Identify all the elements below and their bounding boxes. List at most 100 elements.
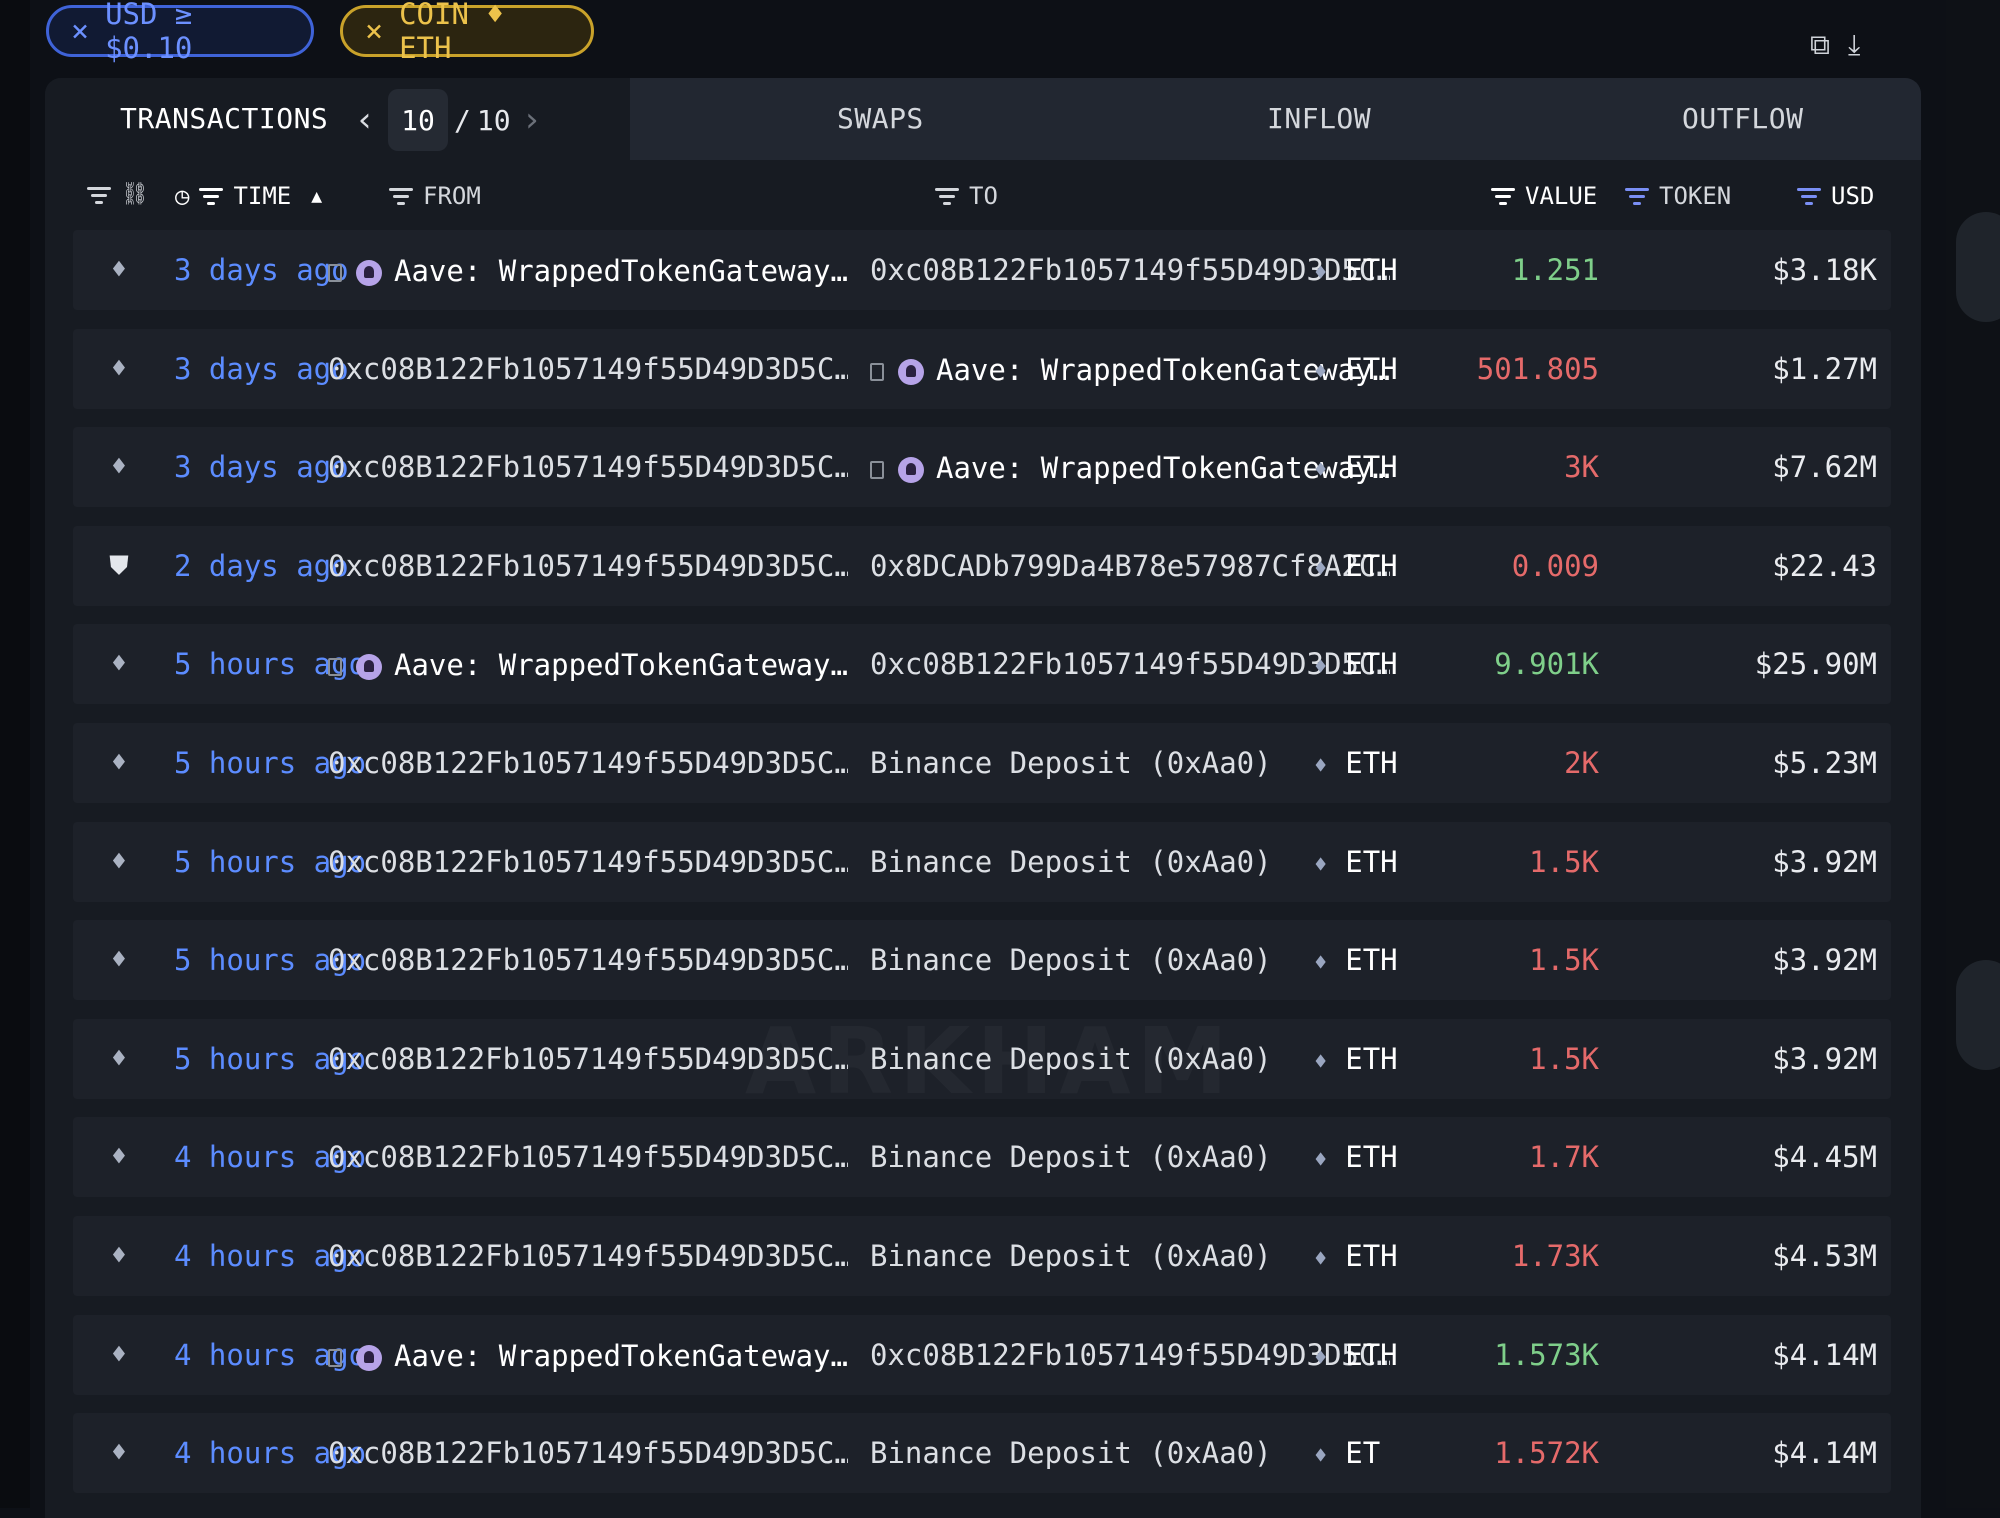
link-icon[interactable]: ⛓ — [121, 182, 149, 207]
row-value: 1.572K — [1494, 1436, 1599, 1471]
time-column-header[interactable]: ◷ TIME ▲ — [175, 182, 322, 210]
row-usd: $4.14M — [1772, 1436, 1877, 1471]
row-from[interactable]: 0xc08B122Fb1057149f55D49D3D5C… — [328, 526, 848, 606]
current-page[interactable]: 10 — [388, 89, 448, 151]
table-row[interactable]: ♦ 4 hours ago 0xc08B122Fb1057149f55D49D3D5… — [73, 1215, 1891, 1296]
close-icon[interactable]: × — [365, 14, 383, 49]
row-to[interactable]: Binance Deposit (0xAa0) — [870, 1413, 1390, 1493]
row-to[interactable]: 0xc08B122Fb1057149f55D49D3D5C… — [870, 230, 1390, 310]
filter-icon[interactable] — [199, 187, 224, 205]
copy-icon[interactable]: ⧉ — [1810, 28, 1830, 62]
tab-outflow[interactable]: OUTFLOW — [1682, 102, 1804, 135]
row-time[interactable]: 2 days ago — [174, 526, 349, 606]
row-token[interactable]: ♦ ETH — [1314, 1216, 1398, 1300]
table-row[interactable]: ♦ 5 hours ago Aave: WrappedTokenGateway… 0x… — [73, 624, 1891, 705]
entity-link[interactable]: Aave: WrappedTokenGateway… — [870, 428, 1390, 508]
row-token[interactable]: ♦ ETH — [1314, 526, 1398, 610]
row-token[interactable]: ♦ ETH — [1314, 822, 1398, 906]
to-column-header[interactable]: TO — [935, 182, 998, 210]
row-token[interactable]: ♦ ETH — [1314, 230, 1398, 314]
row-from[interactable]: 0xc08B122Fb1057149f55D49D3D5C… — [328, 822, 848, 902]
filter-icon[interactable] — [389, 187, 413, 205]
entity-link[interactable]: Aave: WrappedTokenGateway… — [328, 1316, 848, 1396]
address-text: 0xc08B122Fb1057149f55D49D3D5C… — [328, 1140, 848, 1175]
row-from[interactable]: 0xc08B122Fb1057149f55D49D3D5C… — [328, 920, 848, 1000]
usd-filter-label: USD ≥ $0.10 — [105, 0, 193, 65]
row-from[interactable]: 0xc08B122Fb1057149f55D49D3D5C… — [328, 723, 848, 803]
row-to[interactable]: Binance Deposit (0xAa0) — [870, 822, 1390, 902]
row-token[interactable]: ♦ ETH — [1314, 427, 1398, 511]
from-column-header[interactable]: FROM — [389, 182, 481, 210]
filter-icon[interactable] — [935, 187, 959, 205]
row-from[interactable]: Aave: WrappedTokenGateway… — [328, 230, 848, 311]
tab-inflow[interactable]: INFLOW — [1267, 102, 1371, 135]
chevron-left-icon[interactable]: ‹ — [350, 100, 380, 140]
table-row[interactable]: ♦ 5 hours ago 0xc08B122Fb1057149f55D49D3D5… — [73, 920, 1891, 1001]
row-to[interactable]: 0xc08B122Fb1057149f55D49D3D5C… — [870, 624, 1390, 704]
row-from[interactable]: 0xc08B122Fb1057149f55D49D3D5C… — [328, 1019, 848, 1099]
row-token[interactable]: ♦ ETH — [1314, 1315, 1398, 1399]
entity-link[interactable]: Aave: WrappedTokenGateway… — [328, 625, 848, 705]
row-to[interactable]: Binance Deposit (0xAa0) — [870, 1019, 1390, 1099]
token-column-header[interactable]: TOKEN — [1625, 182, 1731, 210]
usd-filter-chip[interactable]: × USD ≥ $0.10 — [46, 0, 314, 65]
coin-filter-chip[interactable]: × COIN ♦ ETH — [340, 0, 594, 65]
row-token[interactable]: ♦ ETH — [1314, 329, 1398, 413]
sort-asc-icon[interactable]: ▲ — [311, 186, 322, 207]
usd-column-header[interactable]: USD — [1797, 182, 1874, 210]
row-to[interactable]: Aave: WrappedTokenGateway… — [870, 329, 1390, 410]
row-to[interactable]: Binance Deposit (0xAa0) — [870, 1216, 1390, 1296]
row-from[interactable]: Aave: WrappedTokenGateway… — [328, 624, 848, 705]
table-row[interactable]: ♦ 3 days ago 0xc08B122Fb1057149f55D49D3D5C… — [73, 427, 1891, 508]
filter-icon[interactable] — [1797, 187, 1821, 205]
entity-link[interactable]: Aave: WrappedTokenGateway… — [870, 330, 1390, 410]
row-from[interactable]: 0xc08B122Fb1057149f55D49D3D5C… — [328, 1413, 848, 1493]
row-from[interactable]: 0xc08B122Fb1057149f55D49D3D5C… — [328, 427, 848, 507]
table-row[interactable]: ⛊ 2 days ago 0xc08B122Fb1057149f55D49D3D5C… — [73, 525, 1891, 606]
row-to[interactable]: 0xc08B122Fb1057149f55D49D3D5C… — [870, 1315, 1390, 1395]
row-to[interactable]: Binance Deposit (0xAa0) — [870, 920, 1390, 1000]
row-token[interactable]: ♦ ETH — [1314, 1117, 1398, 1201]
value-column-header[interactable]: VALUE — [1491, 182, 1597, 210]
row-from[interactable]: 0xc08B122Fb1057149f55D49D3D5C… — [328, 1216, 848, 1296]
table-row[interactable]: ♦ 5 hours ago 0xc08B122Fb1057149f55D49D3D5… — [73, 821, 1891, 902]
row-token[interactable]: ♦ ETH — [1314, 723, 1398, 807]
row-time[interactable]: 3 days ago — [174, 427, 349, 507]
filter-icon[interactable] — [1625, 187, 1649, 205]
row-value: 1.5K — [1529, 943, 1599, 978]
row-usd: $3.18K — [1772, 253, 1877, 287]
row-to[interactable]: Binance Deposit (0xAa0) — [870, 1117, 1390, 1197]
table-row[interactable]: ♦ 3 days ago Aave: WrappedTokenGateway… 0xc… — [73, 230, 1891, 310]
table-row[interactable]: ♦ 4 hours ago Aave: WrappedTokenGateway… 0x… — [73, 1314, 1891, 1396]
filter-icon[interactable] — [87, 186, 111, 204]
row-to[interactable]: Aave: WrappedTokenGateway… — [870, 427, 1390, 508]
table-row[interactable]: ♦ 5 hours ago 0xc08B122Fb1057149f55D49D3D5… — [73, 722, 1891, 803]
table-row[interactable]: ♦ 4 hours ago 0xc08B122Fb1057149f55D49D3D5… — [73, 1117, 1891, 1198]
table-row[interactable]: ♦ 4 hours ago 0xc08B122Fb1057149f55D49D3D5… — [73, 1413, 1891, 1494]
row-token[interactable]: ♦ ETH — [1314, 1019, 1398, 1103]
entity-link[interactable]: Aave: WrappedTokenGateway… — [328, 231, 848, 311]
row-from[interactable]: 0xc08B122Fb1057149f55D49D3D5C… — [328, 329, 848, 409]
table-row[interactable]: ♦ 3 days ago 0xc08B122Fb1057149f55D49D3D5C… — [73, 328, 1891, 410]
column-headers: ⛓ ◷ TIME ▲ FROM TO VALUE TOKEN USD — [45, 160, 1921, 230]
row-token[interactable]: ♦ ET — [1314, 1413, 1380, 1497]
row-time[interactable]: 3 days ago — [174, 329, 349, 409]
chevron-right-icon[interactable]: › — [517, 100, 547, 140]
token-header-label: TOKEN — [1659, 182, 1732, 210]
row-time[interactable]: 3 days ago — [174, 230, 349, 310]
row-value: 9.901K — [1494, 647, 1599, 682]
row-value: 1.573K — [1494, 1337, 1599, 1372]
row-to[interactable]: 0x8DCADb799Da4B78e57987Cf8A2C… — [870, 526, 1390, 606]
row-from[interactable]: 0xc08B122Fb1057149f55D49D3D5C… — [328, 1117, 848, 1197]
type-filter[interactable]: ⛓ — [87, 182, 149, 207]
row-token[interactable]: ♦ ETH — [1314, 624, 1398, 708]
tab-transactions[interactable]: TRANSACTIONS ‹ 10 / 10 › — [45, 78, 630, 160]
row-to[interactable]: Binance Deposit (0xAa0) — [870, 723, 1390, 803]
download-icon[interactable]: ⤓ — [1848, 28, 1860, 62]
row-token[interactable]: ♦ ETH — [1314, 920, 1398, 1004]
close-icon[interactable]: × — [71, 14, 89, 49]
tab-swaps[interactable]: SWAPS — [837, 102, 924, 135]
table-row[interactable]: ♦ 5 hours ago 0xc08B122Fb1057149f55D49D3D5… — [73, 1018, 1891, 1099]
filter-icon[interactable] — [1491, 187, 1515, 205]
row-from[interactable]: Aave: WrappedTokenGateway… — [328, 1315, 848, 1396]
